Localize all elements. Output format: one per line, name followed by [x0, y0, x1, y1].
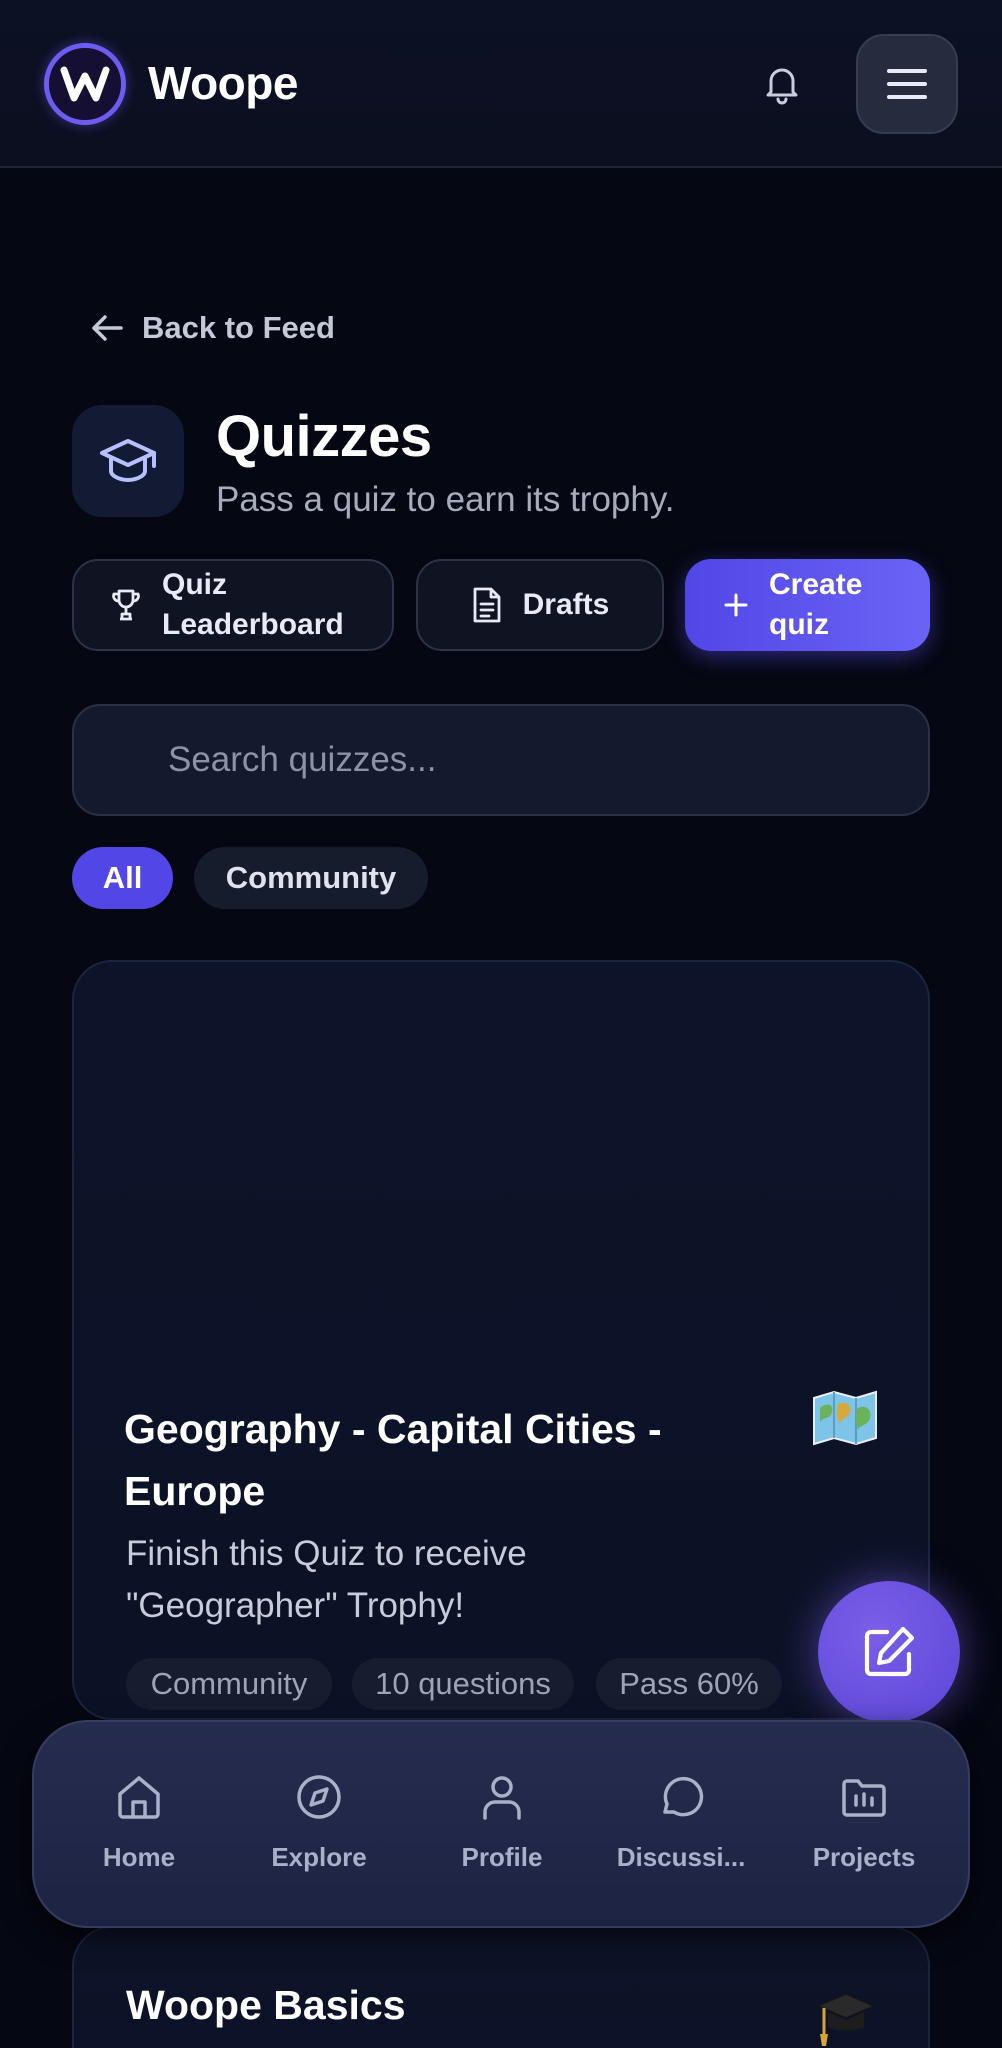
menu-button[interactable]	[856, 34, 958, 134]
nav-item-discussions[interactable]: Discussi...	[596, 1722, 766, 1930]
logo-icon[interactable]	[44, 43, 126, 125]
top-header: Woope	[0, 0, 1002, 168]
bell-icon[interactable]	[760, 62, 804, 106]
world-map-emoji	[813, 1390, 877, 1446]
compose-fab-button[interactable]	[818, 1581, 960, 1723]
arrow-left-icon	[92, 315, 123, 341]
quiz-title[interactable]: Woope Basics	[126, 1974, 766, 2036]
quiz-tag-pass: Pass 60%	[596, 1658, 782, 1710]
drafts-label: Drafts	[522, 588, 610, 621]
back-to-feed-link[interactable]: Back to Feed	[90, 306, 335, 350]
create-label-line1: Create	[769, 568, 863, 601]
quiz-description: Finish this Quiz to receive "Geographer"…	[126, 1534, 527, 1625]
quiz-tag-questions: 10 questions	[352, 1658, 574, 1710]
nav-item-explore[interactable]: Explore	[234, 1722, 404, 1930]
filter-chip-all[interactable]: All	[72, 847, 173, 909]
folder-icon	[842, 1779, 886, 1817]
nav-item-projects[interactable]: Projects	[779, 1722, 949, 1930]
leaderboard-label: Quiz Leaderboard	[162, 565, 344, 645]
quiz-title[interactable]: Geography - Capital Cities - Europe	[124, 1398, 764, 1522]
quiz-tag-community: Community	[126, 1658, 332, 1710]
drafts-button[interactable]: Drafts	[416, 559, 664, 651]
compass-icon	[297, 1775, 341, 1819]
user-icon	[483, 1776, 521, 1820]
app-name[interactable]: Woope	[148, 56, 298, 110]
nav-item-profile[interactable]: Profile	[417, 1722, 587, 1930]
page-subtitle: Pass a quiz to earn its trophy.	[216, 480, 675, 519]
graduation-cap-emoji	[816, 1993, 876, 2046]
leaderboard-label-line1: Quiz	[162, 568, 227, 601]
nav-label-discussions: Discussi...	[616, 1842, 746, 1872]
search-input[interactable]	[168, 740, 868, 780]
plus-icon	[724, 593, 748, 617]
leaderboard-label-line2: Leaderboard	[162, 608, 344, 641]
page-title: Quizzes	[216, 404, 432, 469]
graduation-cap-icon	[100, 439, 156, 483]
quiz-leaderboard-button[interactable]: Quiz Leaderboard	[72, 559, 394, 651]
edit-icon	[864, 1626, 915, 1677]
trophy-icon	[112, 589, 140, 621]
document-icon	[473, 587, 501, 623]
filter-chip-community[interactable]: Community	[194, 847, 428, 909]
nav-label-profile: Profile	[461, 1842, 543, 1872]
create-label-line2: quiz	[769, 608, 829, 641]
page: Woope Back to Feed Quizzes Pass a quiz t…	[0, 0, 1002, 2048]
logo-w-glyph	[60, 66, 110, 102]
search-box[interactable]	[72, 704, 930, 816]
bottom-nav: Home Explore Profile Discussi... Project…	[32, 1720, 970, 1928]
hamburger-icon	[887, 69, 927, 99]
quiz-category-icon	[72, 405, 184, 517]
create-quiz-button[interactable]: Create quiz	[685, 559, 930, 651]
home-icon	[118, 1776, 160, 1819]
back-label: Back to Feed	[142, 310, 335, 345]
create-quiz-label: Create quiz	[769, 565, 862, 645]
nav-label-explore: Explore	[271, 1842, 367, 1872]
nav-label-projects: Projects	[812, 1842, 916, 1872]
chat-icon	[663, 1776, 704, 1817]
nav-item-home[interactable]: Home	[54, 1722, 224, 1930]
nav-label-home: Home	[102, 1842, 176, 1872]
